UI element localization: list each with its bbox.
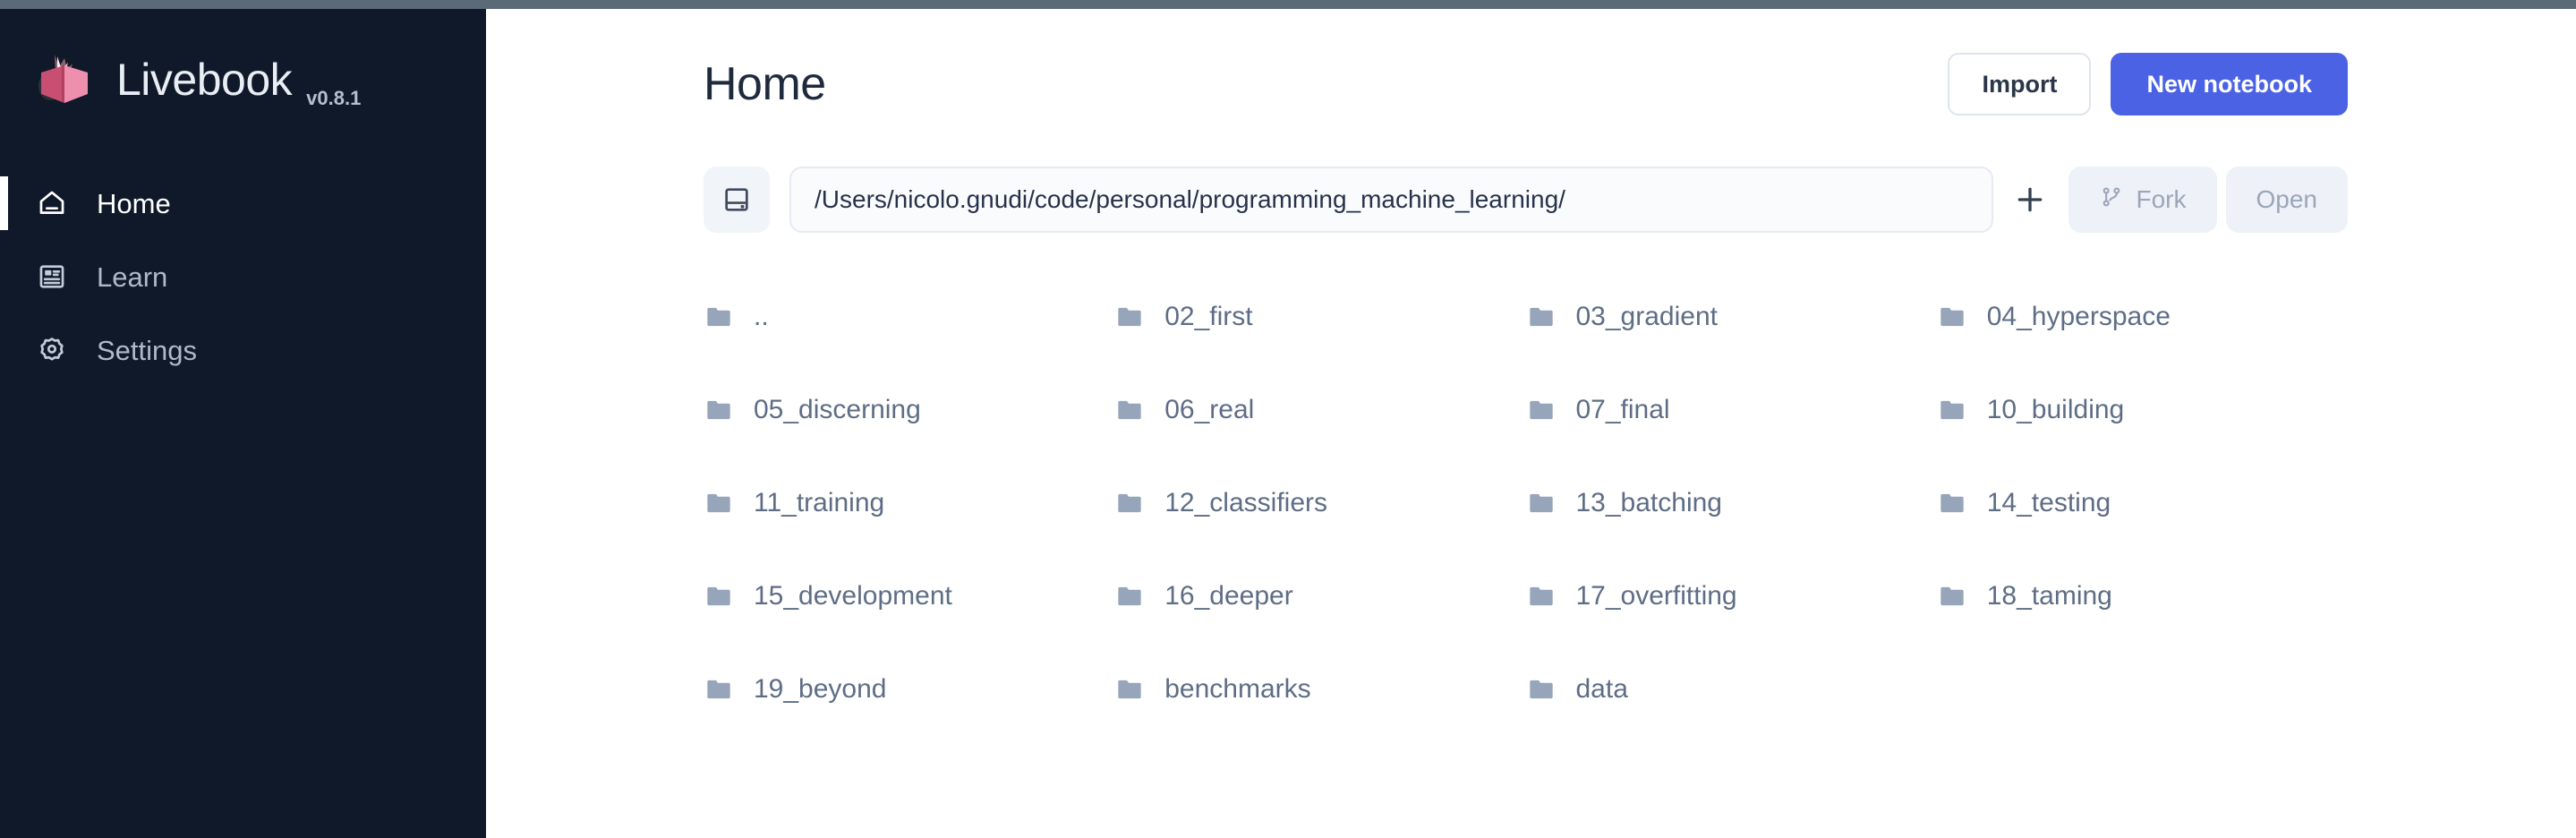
folder-icon [1114,581,1145,611]
file-item[interactable]: 06_real [1114,363,1525,457]
sidebar: Livebook v0.8.1 Home Learn Settings [0,0,486,838]
page-header: Home Import New notebook [704,41,2348,127]
brand-name: Livebook [116,55,293,105]
folder-icon [1114,302,1145,332]
file-item-label: 17_overfitting [1575,581,1737,611]
file-item-label: .. [754,302,769,331]
file-item-label: 11_training [754,488,885,517]
file-item-label: 14_testing [1986,488,2111,517]
open-button-label: Open [2256,185,2318,213]
file-item[interactable]: 10_building [1937,363,2348,457]
brand-version: v0.8.1 [306,87,362,109]
file-list: .. 02_first 03_gradient 04_hyperspace 05_dis… [704,270,2348,736]
file-item[interactable]: 15_development [704,550,1114,643]
file-item-label: 15_development [754,581,952,611]
file-item[interactable]: 19_beyond [704,643,1114,736]
file-item[interactable]: data [1526,643,1937,736]
folder-icon [1937,302,1967,332]
folder-icon [704,302,734,332]
file-item[interactable]: 02_first [1114,270,1525,363]
file-item-label: 16_deeper [1164,581,1293,611]
open-button[interactable]: Open [2225,167,2348,233]
file-item-label: benchmarks [1164,674,1311,704]
git-branch-icon [2099,184,2124,216]
folder-icon [1114,395,1145,425]
brand: Livebook v0.8.1 [0,9,486,116]
header-actions: Import New notebook [1948,53,2348,115]
import-button[interactable]: Import [1948,53,2092,115]
folder-icon [1526,395,1557,425]
file-item[interactable]: 18_taming [1937,550,2348,643]
folder-icon [704,488,734,518]
folder-icon [1937,581,1967,611]
page-title: Home [704,58,826,110]
file-item-label: 18_taming [1986,581,2112,611]
livebook-logo-icon [32,47,97,112]
file-item[interactable]: 11_training [704,457,1114,550]
file-item-label: 06_real [1164,395,1255,424]
file-item[interactable]: 05_discerning [704,363,1114,457]
livebook-app: Livebook v0.8.1 Home Learn Settings Home… [0,0,2576,838]
file-item-label: 02_first [1164,302,1253,331]
file-item[interactable]: 17_overfitting [1526,550,1937,643]
file-item-label: 04_hyperspace [1986,302,2171,331]
file-item-label: 03_gradient [1575,302,1718,331]
file-item[interactable]: 04_hyperspace [1937,270,2348,363]
folder-icon [1114,674,1145,705]
file-item[interactable]: 16_deeper [1114,550,1525,643]
sidebar-nav: Home Learn Settings [0,167,486,387]
path-input[interactable] [789,167,1993,233]
file-item[interactable]: 03_gradient [1526,270,1937,363]
folder-icon [1114,488,1145,518]
path-bar: Fork Open [704,167,2348,233]
file-item-label: 05_discerning [754,395,921,424]
sidebar-item-label-home: Home [97,187,171,219]
plus-icon[interactable] [2000,167,2060,233]
file-item-label: 12_classifiers [1164,488,1327,517]
file-item[interactable]: 07_final [1526,363,1937,457]
sidebar-item-learn[interactable]: Learn [0,240,486,313]
sidebar-item-home[interactable]: Home [0,167,486,240]
folder-icon [1937,395,1967,425]
window-top-strip [0,0,2576,9]
folder-icon [1526,581,1557,611]
file-item[interactable]: benchmarks [1114,643,1525,736]
file-item[interactable]: 14_testing [1937,457,2348,550]
gear-icon [32,330,72,370]
file-item[interactable]: 12_classifiers [1114,457,1525,550]
sidebar-item-label-settings: Settings [97,334,198,366]
main-content: Home Import New notebook /Users/nicolo.g… [486,0,2576,838]
folder-icon [1526,674,1557,705]
file-item[interactable]: .. [704,270,1114,363]
sidebar-item-settings[interactable]: Settings [0,313,486,387]
sidebar-item-label-learn: Learn [97,261,168,293]
file-item-label: 07_final [1575,395,1670,424]
article-icon [32,257,72,296]
file-item-label: 10_building [1986,395,2125,424]
fork-button[interactable]: Fork [2068,167,2217,233]
notebook-save-icon[interactable] [704,167,770,233]
folder-icon [704,581,734,611]
file-item-label: 19_beyond [754,674,887,704]
home-icon [32,184,72,223]
file-item[interactable]: 13_batching [1526,457,1937,550]
fork-button-label: Fork [2136,185,2187,213]
folder-icon [704,395,734,425]
file-item-label: 13_batching [1575,488,1722,517]
folder-icon [1526,488,1557,518]
new-notebook-button[interactable]: New notebook [2111,53,2348,115]
folder-icon [1937,488,1967,518]
folder-icon [704,674,734,705]
file-item-label: data [1575,674,1628,704]
folder-icon [1526,302,1557,332]
